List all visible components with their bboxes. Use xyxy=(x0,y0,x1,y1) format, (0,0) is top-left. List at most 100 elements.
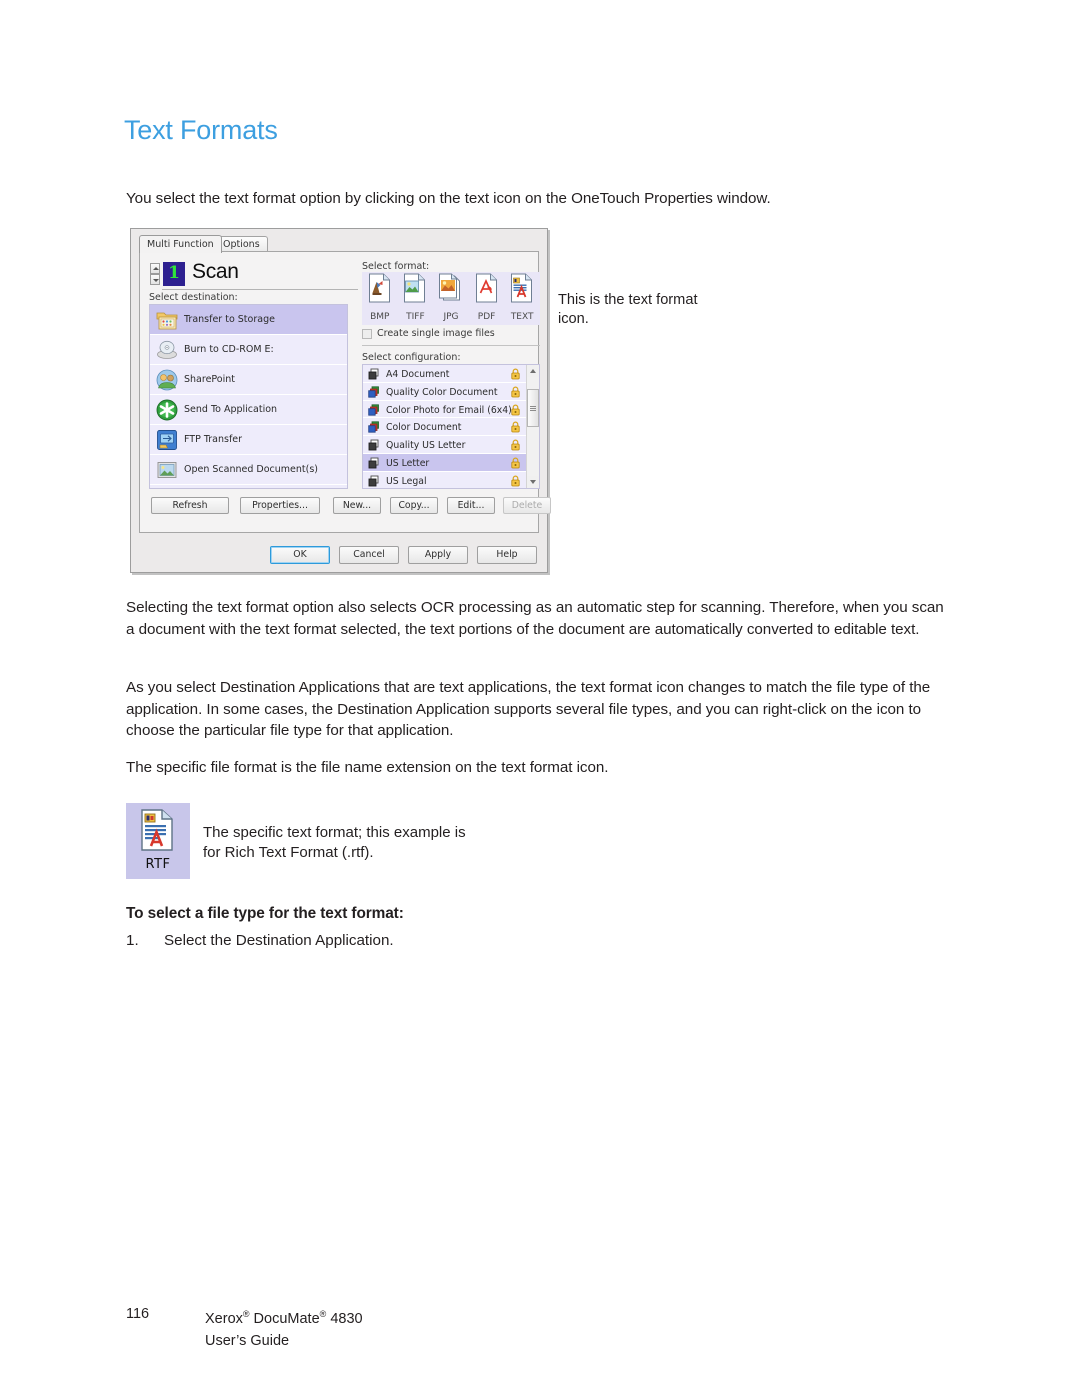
configuration-item-us-letter[interactable]: US Letter xyxy=(363,453,526,472)
format-label: TIFF xyxy=(406,312,425,322)
ocr-paragraph: Selecting the text format option also se… xyxy=(126,599,944,638)
refresh-button[interactable]: Refresh xyxy=(151,497,229,514)
ok-button[interactable]: OK xyxy=(270,546,330,564)
text-format-icon-callout: This is the text format icon. xyxy=(558,292,698,327)
dialog-tabstrip: Multi Function Options xyxy=(139,235,541,253)
destination-item-label: Open Scanned Document(s) xyxy=(184,464,318,475)
select-format-label: Select format: xyxy=(362,261,430,272)
cancel-button[interactable]: Cancel xyxy=(339,546,399,564)
destination-apps-paragraph: As you select Destination Applications t… xyxy=(126,679,931,739)
lock-icon[interactable] xyxy=(511,404,520,416)
folder-storage-icon xyxy=(156,309,178,331)
destination-item-label: FTP Transfer xyxy=(184,434,243,445)
scroll-down-icon[interactable] xyxy=(527,476,539,488)
color-config-icon xyxy=(368,421,380,433)
help-button[interactable]: Help xyxy=(477,546,537,564)
new-button[interactable]: New... xyxy=(333,497,381,514)
destination-item-label: SharePoint xyxy=(184,374,236,385)
step-text: Select the Destination Application. xyxy=(164,932,394,949)
configuration-list[interactable]: A4 Document Quality Color Document Color… xyxy=(362,364,540,489)
lock-icon[interactable] xyxy=(511,457,520,469)
text-format-icon xyxy=(510,273,535,303)
bw-config-icon xyxy=(368,368,380,380)
configuration-item-quality-color-document[interactable]: Quality Color Document xyxy=(363,382,526,401)
select-configuration-label: Select configuration: xyxy=(362,352,461,363)
scan-underline xyxy=(162,289,358,290)
format-label: TEXT xyxy=(510,312,534,322)
configuration-item-us-legal[interactable]: US Legal xyxy=(363,471,526,488)
scan-button-name: Scan xyxy=(192,260,239,283)
bw-config-icon xyxy=(368,457,380,469)
configuration-item-quality-us-letter[interactable]: Quality US Letter xyxy=(363,436,526,454)
lock-icon[interactable] xyxy=(511,386,520,398)
spinner-up-icon[interactable] xyxy=(150,263,160,274)
configuration-item-a4-document[interactable]: A4 Document xyxy=(363,365,526,383)
destination-item-transfer-to-storage[interactable]: Transfer to Storage xyxy=(150,305,347,335)
edit-button[interactable]: Edit... xyxy=(447,497,495,514)
open-scanned-icon xyxy=(156,459,178,481)
color-config-icon xyxy=(368,403,380,416)
lock-icon[interactable] xyxy=(511,368,520,380)
tab-multi-function[interactable]: Multi Function xyxy=(139,235,222,253)
color-config-icon xyxy=(368,386,380,398)
ftp-transfer-icon xyxy=(156,429,178,451)
bw-config-icon xyxy=(368,439,380,451)
lock-icon[interactable] xyxy=(511,475,520,487)
destination-item-burn-to-cd-rom[interactable]: Burn to CD-ROM E: xyxy=(150,335,347,365)
spinner-down-icon[interactable] xyxy=(150,274,160,285)
lock-icon[interactable] xyxy=(511,439,520,451)
select-destination-label: Select destination: xyxy=(149,292,238,303)
scrollbar-thumb[interactable] xyxy=(527,389,539,427)
rtf-format-icon-block: RTF xyxy=(126,803,190,879)
configuration-item-label: Quality US Letter xyxy=(386,440,466,452)
footer-product: Xerox® DocuMate® 4830 User’s Guide xyxy=(205,1303,363,1352)
destination-item-sharepoint[interactable]: SharePoint xyxy=(150,365,347,395)
scan-number-spinner[interactable] xyxy=(150,263,160,285)
destination-list[interactable]: Transfer to Storage Burn to CD-ROM E: Sh… xyxy=(149,304,348,489)
onetouch-properties-screenshot: Multi Function Options 1 Scan Select des… xyxy=(130,228,551,573)
procedure-step-1: 1. Select the Destination Application. xyxy=(126,930,826,951)
apply-button[interactable]: Apply xyxy=(408,546,468,564)
scroll-up-icon[interactable] xyxy=(527,365,539,377)
configuration-item-label: Color Photo for Email (6x4) xyxy=(386,404,512,416)
create-single-image-files-row[interactable]: Create single image files xyxy=(362,328,542,341)
scan-number-display: 1 xyxy=(163,262,185,286)
configuration-item-label: Color Document xyxy=(386,422,462,434)
lock-icon[interactable] xyxy=(511,421,520,433)
document-page: Text Formats You select the text format … xyxy=(0,0,1080,1397)
destination-item-send-to-application[interactable]: Send To Application xyxy=(150,395,347,425)
sharepoint-icon xyxy=(156,369,178,391)
configuration-item-color-photo-for-email[interactable]: Color Photo for Email (6x4) xyxy=(363,400,526,419)
rtf-format-icon xyxy=(140,809,174,851)
destination-item-label: Send To Application xyxy=(184,404,278,415)
configuration-item-label: Quality Color Document xyxy=(386,386,498,398)
jpg-format-icon xyxy=(438,273,463,303)
destination-item-ftp-transfer[interactable]: FTP Transfer xyxy=(150,425,347,455)
format-label: PDF xyxy=(477,312,496,322)
destination-item-label: Burn to CD-ROM E: xyxy=(184,344,274,355)
configuration-item-label: US Legal xyxy=(386,475,427,487)
format-icon-row[interactable]: BMP TIFF JPG PDF TEXT xyxy=(362,272,540,325)
procedure-heading: To select a file type for the text forma… xyxy=(126,905,404,922)
scan-button-selector: 1 Scan xyxy=(150,260,360,291)
send-to-app-icon xyxy=(156,399,178,421)
configuration-list-scrollbar[interactable] xyxy=(526,365,539,488)
destination-item-label: Transfer to Storage xyxy=(184,314,275,325)
footer-guide-line: User’s Guide xyxy=(205,1332,290,1349)
properties-button[interactable]: Properties... xyxy=(240,497,320,514)
format-option-bmp[interactable]: BMP xyxy=(362,272,398,325)
tab-options[interactable]: Options xyxy=(215,236,268,252)
format-option-tiff[interactable]: TIFF xyxy=(398,272,434,325)
format-option-pdf[interactable]: PDF xyxy=(469,272,505,325)
page-title: Text Formats xyxy=(124,115,278,145)
create-single-image-files-checkbox[interactable] xyxy=(362,329,372,339)
configuration-item-color-document[interactable]: Color Document xyxy=(363,418,526,437)
destination-item-open-scanned-documents[interactable]: Open Scanned Document(s) xyxy=(150,455,347,485)
copy-button[interactable]: Copy... xyxy=(390,497,438,514)
create-single-image-files-label: Create single image files xyxy=(377,328,495,339)
format-option-text[interactable]: TEXT xyxy=(504,272,540,325)
bmp-format-icon xyxy=(367,273,392,303)
footer-page-number: 116 xyxy=(126,1306,150,1322)
tiff-format-icon xyxy=(403,273,428,303)
format-option-jpg[interactable]: JPG xyxy=(433,272,469,325)
